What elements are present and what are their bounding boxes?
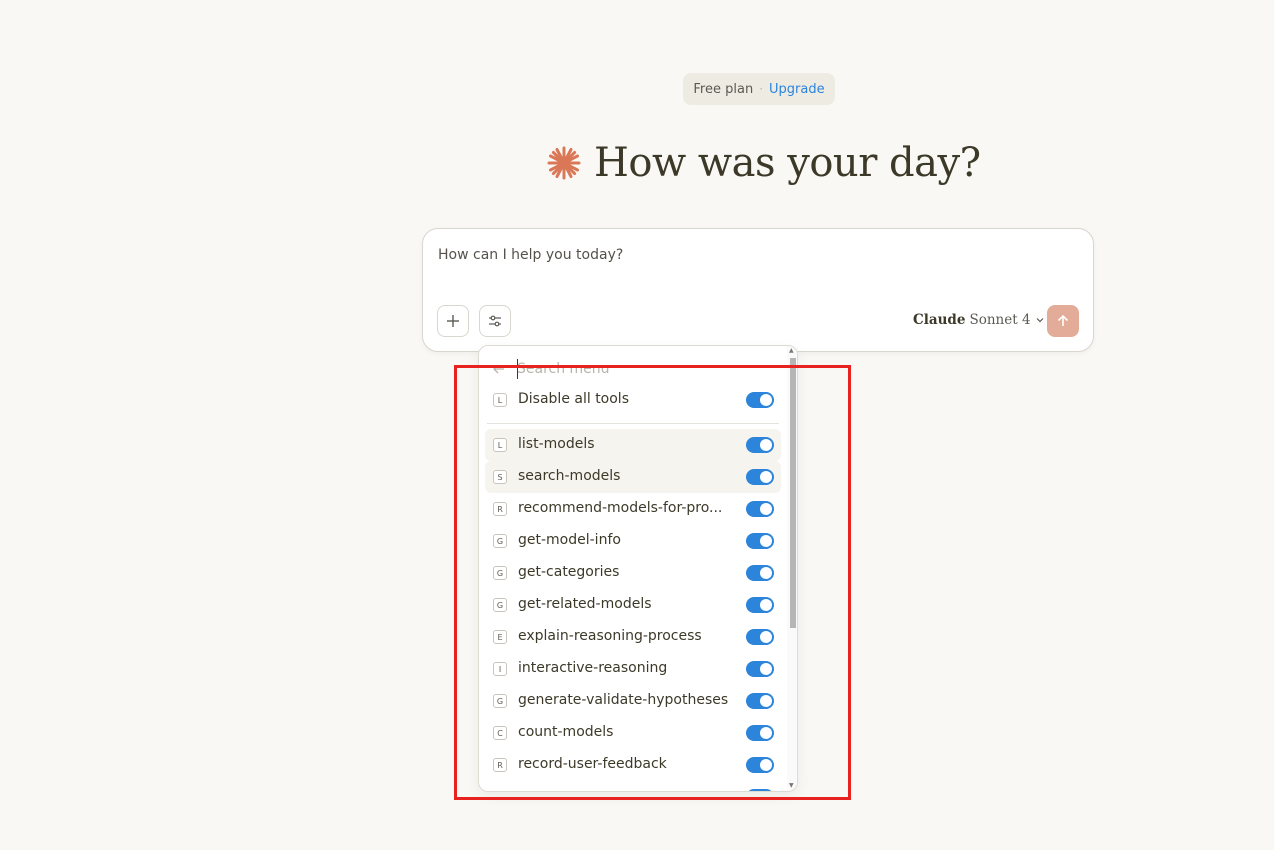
tool-label: generate-validate-hypotheses [518,692,729,708]
tool-row-get-categories[interactable]: G get-categories [485,557,781,589]
tool-label: explain-reasoning-process [518,628,702,644]
tool-toggle[interactable] [746,469,774,485]
plan-label: Free plan [693,81,754,97]
arrow-up-icon [1057,314,1069,326]
tool-label: search-models [518,468,621,484]
upgrade-link[interactable]: Upgrade [769,82,825,97]
add-button[interactable] [437,305,469,337]
tool-toggle[interactable] [746,533,774,549]
tool-toggle[interactable] [746,437,774,453]
tool-row-recommend-models[interactable]: R recommend-models-for-pro... [485,493,781,525]
tool-label: interactive-reasoning [518,660,668,676]
disable-all-toggle[interactable] [746,392,774,408]
tool-row-explain-reasoning[interactable]: E explain-reasoning-process [485,621,781,653]
claude-home-page: Free plan · Upgrade How was your day? Ho… [0,0,1274,850]
tools-button[interactable] [479,305,511,337]
tool-letter-badge: L [493,438,507,452]
menu-search: Search menu [479,356,787,382]
message-composer: How can I help you today? Claude Sonnet … [422,228,1094,352]
disable-all-tools-row[interactable]: L Disable all tools [485,384,781,416]
tool-letter-badge: G [493,566,507,580]
tools-menu: Search menu L Disable all tools L list-m… [478,345,798,792]
tool-toggle[interactable] [746,565,774,581]
plan-separator: · [759,82,764,96]
menu-divider [487,423,779,424]
claude-starburst-icon [547,146,581,180]
tool-toggle[interactable] [746,661,774,677]
tool-label: record-user-feedback [518,756,667,772]
model-selector[interactable]: Claude Sonnet 4 [913,312,1045,328]
tool-row-count-models[interactable]: C count-models [485,717,781,749]
tool-row-get-model-info[interactable]: G get-model-info [485,525,781,557]
tool-row-get-related-models[interactable]: G get-related-models [485,589,781,621]
tool-label: get-model-info [518,532,621,548]
tool-row-search-models[interactable]: S search-models [485,461,781,493]
chevron-down-icon [1036,318,1043,323]
scroll-down-icon[interactable]: ▼ [789,782,794,789]
tool-toggle[interactable] [746,757,774,773]
tool-letter-badge: G [493,598,507,612]
tool-letter-badge: L [493,393,507,407]
scroll-up-icon[interactable]: ▲ [789,347,794,354]
tool-row-generate-validate-hypotheses[interactable]: G generate-validate-hypotheses [485,685,781,717]
tool-toggle[interactable] [746,789,774,791]
model-version: Sonnet 4 [969,312,1031,328]
tool-letter-badge: R [493,758,507,772]
arrow-left-icon[interactable] [491,361,507,377]
tool-toggle[interactable] [746,725,774,741]
tool-letter-badge: G [493,694,507,708]
tool-toggle[interactable] [746,629,774,645]
disable-all-tools-label: Disable all tools [518,391,629,407]
greeting-title: How was your day? [594,140,981,186]
tool-letter-badge: C [493,726,507,740]
plan-badge: Free plan · Upgrade [683,73,835,105]
tool-label: count-models [518,724,614,740]
tool-row-interactive-reasoning[interactable]: I interactive-reasoning [485,653,781,685]
tool-toggle[interactable] [746,597,774,613]
tool-row-partial[interactable] [485,781,781,791]
search-menu-input[interactable]: Search menu [517,361,610,377]
tool-label: recommend-models-for-pro... [518,500,723,516]
tool-row-record-user-feedback[interactable]: R record-user-feedback [485,749,781,781]
greeting: How was your day? [546,136,981,190]
tool-label: get-related-models [518,596,652,612]
model-name: Claude [913,312,966,328]
tool-row-list-models[interactable]: L list-models [485,429,781,461]
menu-scrollbar-thumb[interactable] [790,358,796,628]
tool-label: get-categories [518,564,620,580]
tool-label: list-models [518,436,595,452]
plus-icon [447,315,459,327]
send-button[interactable] [1047,305,1079,337]
tool-letter-badge: E [493,630,507,644]
text-caret [517,359,518,379]
prompt-input[interactable]: How can I help you today? [438,247,623,263]
tool-letter-badge: R [493,502,507,516]
tool-letter-badge: I [493,662,507,676]
tool-letter-badge: S [493,470,507,484]
tool-toggle[interactable] [746,693,774,709]
tool-toggle[interactable] [746,501,774,517]
sliders-icon [489,315,501,327]
tool-letter-badge: G [493,534,507,548]
